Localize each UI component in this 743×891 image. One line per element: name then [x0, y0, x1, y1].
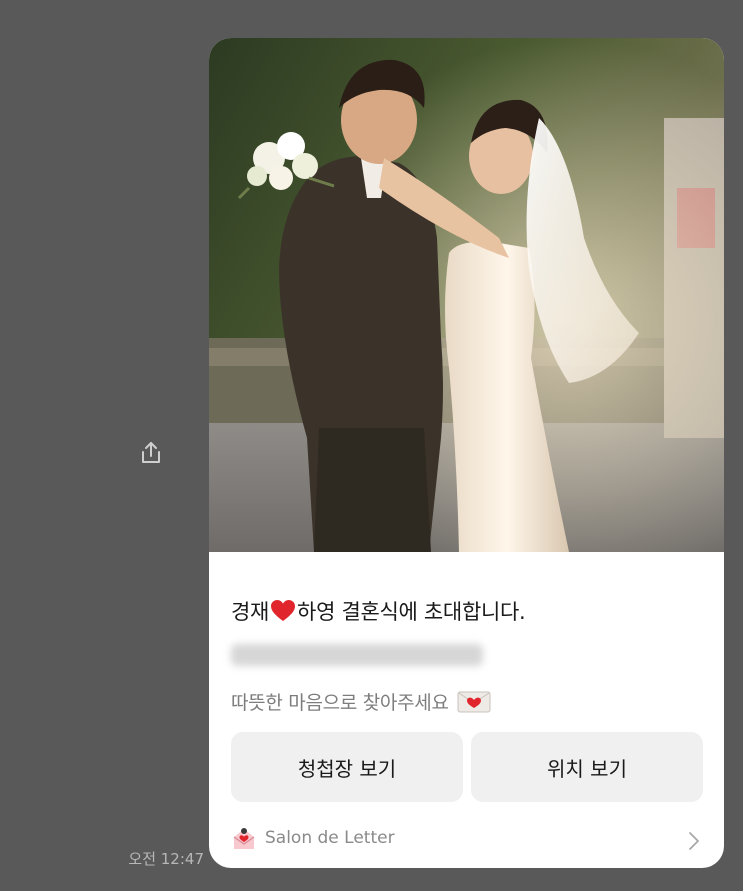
love-letter-icon	[457, 691, 491, 712]
chevron-right-icon	[689, 832, 699, 850]
title-name-first: 경재	[231, 600, 270, 624]
heart-emoji-icon	[271, 600, 296, 621]
invitation-title: 경재 하영 결혼식에 초대합니다.	[231, 596, 526, 626]
view-location-button[interactable]: 위치 보기	[471, 732, 703, 802]
footer-label: Salon de Letter	[265, 828, 395, 848]
title-text: 하영 결혼식에 초대합니다.	[297, 600, 526, 624]
invitation-subtitle: 따뜻한 마음으로 찾아주세요	[231, 688, 491, 715]
blurred-details	[231, 644, 483, 666]
salon-de-letter-logo-icon	[233, 828, 255, 849]
card-content: 경재 하영 결혼식에 초대합니다. 따뜻한 마음으로 찾아주세요 청첩장 보기 위…	[209, 552, 724, 868]
share-button[interactable]	[128, 430, 174, 476]
share-icon	[142, 442, 160, 463]
wedding-invitation-card: 경재 하영 결혼식에 초대합니다. 따뜻한 마음으로 찾아주세요 청첩장 보기 위…	[209, 38, 724, 868]
wedding-couple-photo[interactable]	[209, 38, 724, 552]
service-footer-link[interactable]: Salon de Letter	[209, 818, 724, 864]
view-invitation-button[interactable]: 청첩장 보기	[231, 732, 463, 802]
subtitle-text: 따뜻한 마음으로 찾아주세요	[231, 692, 449, 714]
message-timestamp: 오전 12:47	[128, 850, 204, 868]
